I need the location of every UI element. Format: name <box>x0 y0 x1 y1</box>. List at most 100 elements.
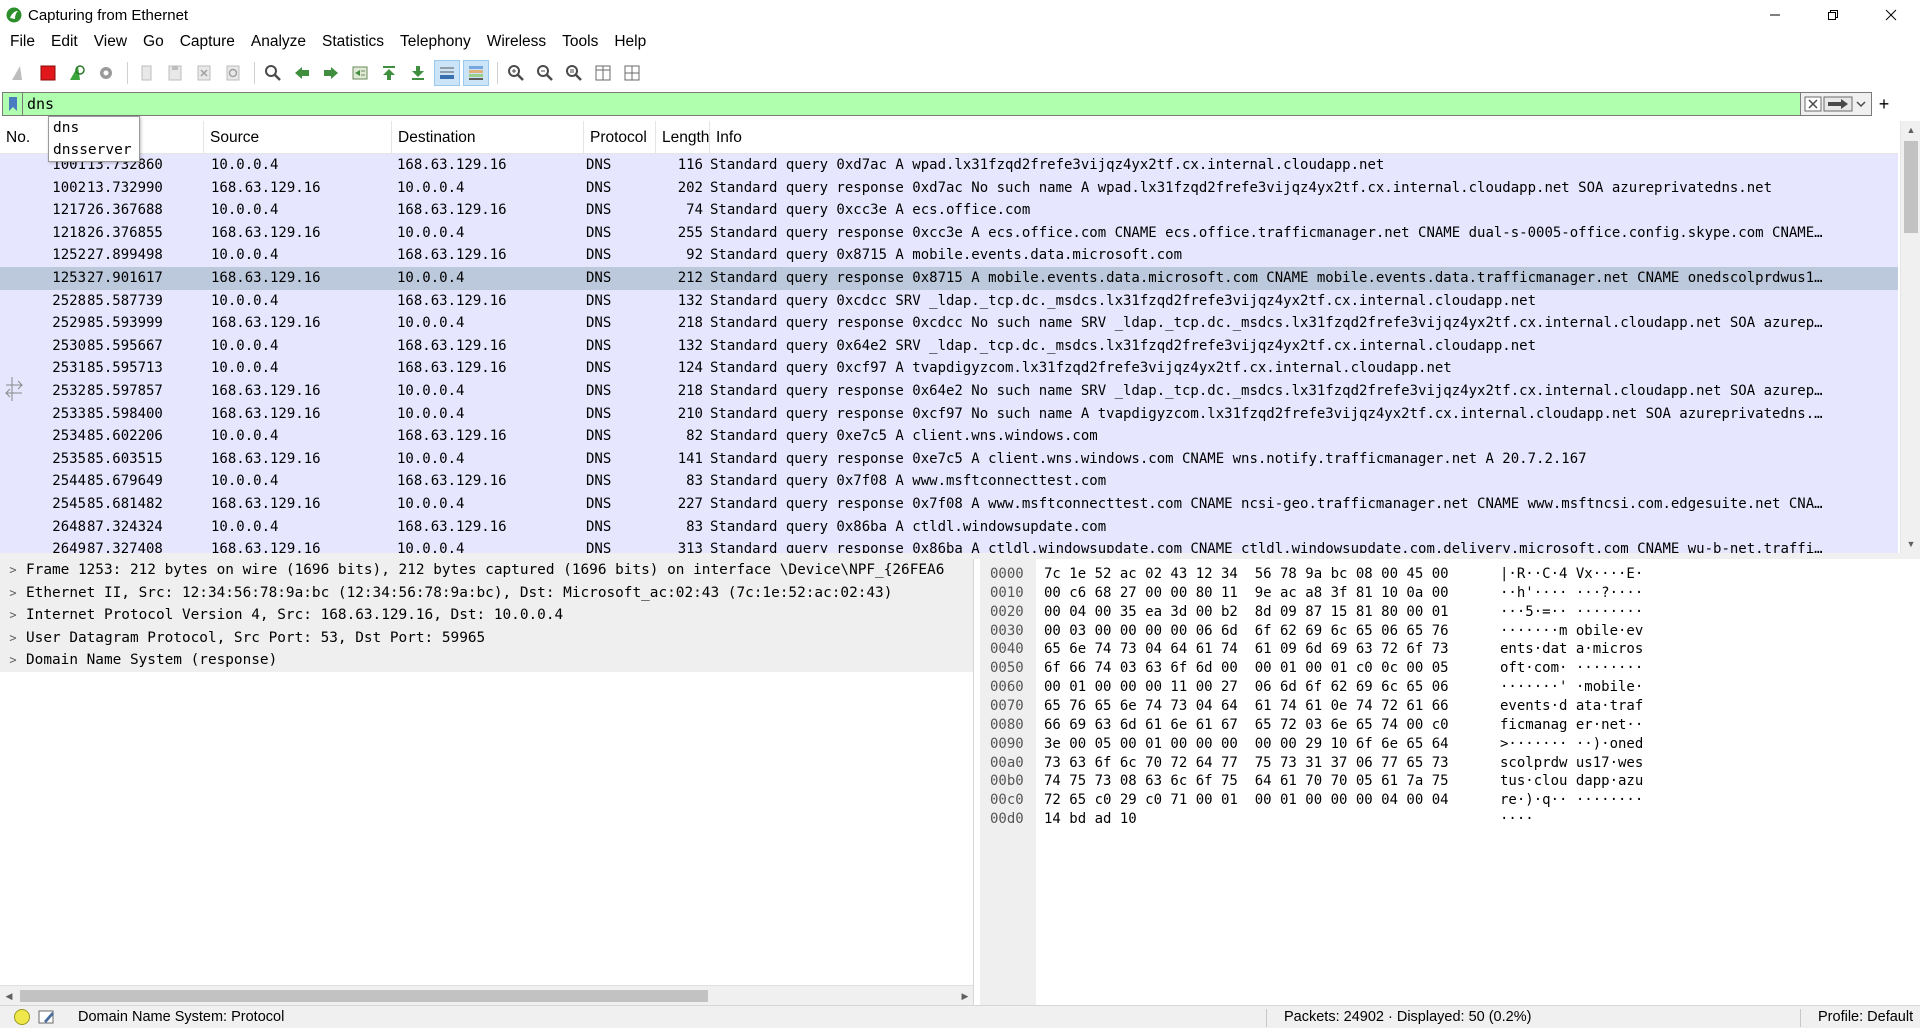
packet-info: Standard query response 0xcdcc No such n… <box>710 315 1823 332</box>
zoom-normal-button[interactable] <box>561 60 587 86</box>
scroll-down-icon[interactable]: ▼ <box>1901 535 1920 553</box>
go-forward-button[interactable] <box>318 60 344 86</box>
scroll-right-icon[interactable]: ▶ <box>956 986 973 1005</box>
packet-number: 2648 <box>52 518 86 535</box>
stop-capture-icon <box>40 65 56 81</box>
packet-length: 202 <box>677 179 703 196</box>
packet-row[interactable]: 2531 85.595713 10.0.0.4 168.63.129.16 DNS 124… <box>0 357 1898 380</box>
capture-options-button[interactable] <box>93 60 119 86</box>
packet-row[interactable]: 2528 85.587739 10.0.0.4 168.63.129.16 DNS 132… <box>0 289 1898 313</box>
menu-go[interactable]: Go <box>135 30 172 54</box>
menu-tools[interactable]: Tools <box>554 30 606 54</box>
open-file-button[interactable] <box>133 60 159 86</box>
minimize-button[interactable] <box>1746 0 1804 30</box>
packet-protocol: DNS <box>586 269 612 286</box>
scrollbar-thumb[interactable] <box>20 990 708 1002</box>
go-back-button[interactable] <box>289 60 315 86</box>
go-last-button[interactable] <box>405 60 431 86</box>
column-header-info[interactable]: Info <box>710 121 1898 154</box>
go-first-button[interactable] <box>376 60 402 86</box>
expand-arrow-icon[interactable]: > <box>0 627 26 650</box>
menu-view[interactable]: View <box>86 30 135 54</box>
detail-ipv4[interactable]: > Internet Protocol Version 4, Src: 168.6… <box>0 604 973 627</box>
packet-number: 2534 <box>52 428 86 445</box>
expand-arrow-icon[interactable]: > <box>0 649 26 672</box>
packet-row[interactable]: 1217 26.367688 10.0.0.4 168.63.129.16 DNS 74 S… <box>0 199 1898 222</box>
packet-number: 2530 <box>52 337 86 354</box>
packet-row[interactable]: 1253 27.901617 168.63.129.16 10.0.0.4 DNS 212… <box>0 266 1898 290</box>
find-packet-button[interactable] <box>260 60 286 86</box>
colorize-toggle[interactable] <box>463 60 489 86</box>
column-header-protocol[interactable]: Protocol <box>584 121 656 154</box>
packet-row[interactable]: 2648 87.324324 10.0.0.4 168.63.129.16 DNS 83 S… <box>0 515 1898 539</box>
menu-analyze[interactable]: Analyze <box>243 30 314 54</box>
column-header-source[interactable]: Source <box>204 121 392 154</box>
expand-arrow-icon[interactable]: > <box>0 559 26 582</box>
restore-button[interactable] <box>1804 0 1862 30</box>
menu-capture[interactable]: Capture <box>172 30 243 54</box>
stop-capture-button[interactable] <box>35 60 61 86</box>
packet-row[interactable]: 2534 85.602206 10.0.0.4 168.63.129.16 DNS 82 S… <box>0 425 1898 448</box>
packet-row[interactable]: 2529 85.593999 168.63.129.16 10.0.0.4 DNS 218… <box>0 312 1898 335</box>
menu-edit[interactable]: Edit <box>43 30 86 54</box>
column-header-destination[interactable]: Destination <box>392 121 584 154</box>
auto-scroll-toggle[interactable] <box>434 60 460 86</box>
capture-comment-button[interactable] <box>38 1009 58 1025</box>
packet-row[interactable]: 2532 85.597857 168.63.129.16 10.0.0.4 DNS 218… <box>0 379 1898 403</box>
reload-file-button[interactable] <box>220 60 246 86</box>
packet-row[interactable]: 2533 85.598400 168.63.129.16 10.0.0.4 DNS 210… <box>0 402 1898 426</box>
packet-list-scrollbar[interactable]: ▲ ▼ <box>1900 121 1920 553</box>
expert-info-led-icon[interactable] <box>14 1009 30 1025</box>
packet-row[interactable]: 1218 26.376855 168.63.129.16 10.0.0.4 DNS 255… <box>0 221 1898 245</box>
detail-ethernet[interactable]: > Ethernet II, Src: 12:34:56:78:9a:bc (12… <box>0 581 973 605</box>
packet-row[interactable]: 1001 13.732860 10.0.0.4 168.63.129.16 DNS 116… <box>0 154 1898 177</box>
zoom-out-button[interactable] <box>532 60 558 86</box>
packet-row[interactable]: 2535 85.603515 168.63.129.16 10.0.0.4 DNS 141… <box>0 447 1898 471</box>
go-first-icon <box>383 66 395 80</box>
start-capture-button[interactable] <box>6 60 32 86</box>
menu-help[interactable]: Help <box>606 30 654 54</box>
packet-row[interactable]: 2530 85.595667 10.0.0.4 168.63.129.16 DNS 132… <box>0 334 1898 358</box>
packet-row[interactable]: 1252 27.899498 10.0.0.4 168.63.129.16 DNS 92 S… <box>0 244 1898 267</box>
detail-frame[interactable]: > Frame 1253: 212 bytes on wire (1696 bit… <box>0 559 973 582</box>
detail-udp[interactable]: > User Datagram Protocol, Src Port: 53, D… <box>0 626 973 650</box>
packet-row[interactable]: 2544 85.679649 10.0.0.4 168.63.129.16 DNS 83 S… <box>0 470 1898 493</box>
expand-arrow-icon[interactable]: > <box>0 604 26 627</box>
restart-capture-button[interactable] <box>64 60 90 86</box>
expand-arrow-icon[interactable]: > <box>0 582 26 605</box>
close-button[interactable] <box>1862 0 1920 30</box>
packet-info: Standard query response 0xcc3e A ecs.off… <box>710 224 1823 241</box>
chevron-down-icon[interactable] <box>1853 95 1869 113</box>
add-filter-button[interactable]: + <box>1872 94 1896 115</box>
menu-statistics[interactable]: Statistics <box>314 30 392 54</box>
scrollbar-thumb[interactable] <box>1904 141 1918 233</box>
scroll-left-icon[interactable]: ◀ <box>0 986 18 1005</box>
close-file-button[interactable] <box>191 60 217 86</box>
packet-number: 1253 <box>52 269 86 286</box>
autocomplete-item[interactable]: dns <box>49 117 139 139</box>
autocomplete-item[interactable]: dnsserver <box>49 139 139 161</box>
apply-filter-icon[interactable] <box>1823 95 1853 113</box>
resize-columns-button[interactable] <box>590 60 616 86</box>
packet-row[interactable]: 1002 13.732990 168.63.129.16 10.0.0.4 DNS 202… <box>0 176 1898 200</box>
save-file-button[interactable] <box>162 60 188 86</box>
zoom-in-button[interactable] <box>503 60 529 86</box>
menu-wireless[interactable]: Wireless <box>479 30 554 54</box>
column-header-length[interactable]: Length <box>656 121 710 154</box>
title-bar: Capturing from Ethernet <box>0 0 1920 30</box>
go-to-packet-button[interactable] <box>347 60 373 86</box>
layout-button[interactable] <box>619 60 645 86</box>
packet-row[interactable]: 2649 87.327408 168.63.129.16 10.0.0.4 DNS 313… <box>0 538 1898 553</box>
menu-telephony[interactable]: Telephony <box>392 30 479 54</box>
status-profile[interactable]: Profile: Default <box>1818 1009 1913 1025</box>
byte-ascii: >······· ··)·oned <box>1500 735 1644 752</box>
scroll-up-icon[interactable]: ▲ <box>1901 121 1920 139</box>
filter-bookmark-button[interactable] <box>2 92 22 116</box>
clear-filter-icon[interactable] <box>1803 95 1823 113</box>
details-hscrollbar[interactable]: ◀ ▶ <box>0 985 973 1005</box>
packet-row[interactable]: 2545 85.681482 168.63.129.16 10.0.0.4 DNS 227… <box>0 492 1898 516</box>
detail-dns[interactable]: > Domain Name System (response) <box>0 649 973 672</box>
display-filter-input[interactable] <box>22 92 1800 116</box>
menu-file[interactable]: File <box>2 30 43 54</box>
display-filter-bar: + <box>2 91 1918 117</box>
